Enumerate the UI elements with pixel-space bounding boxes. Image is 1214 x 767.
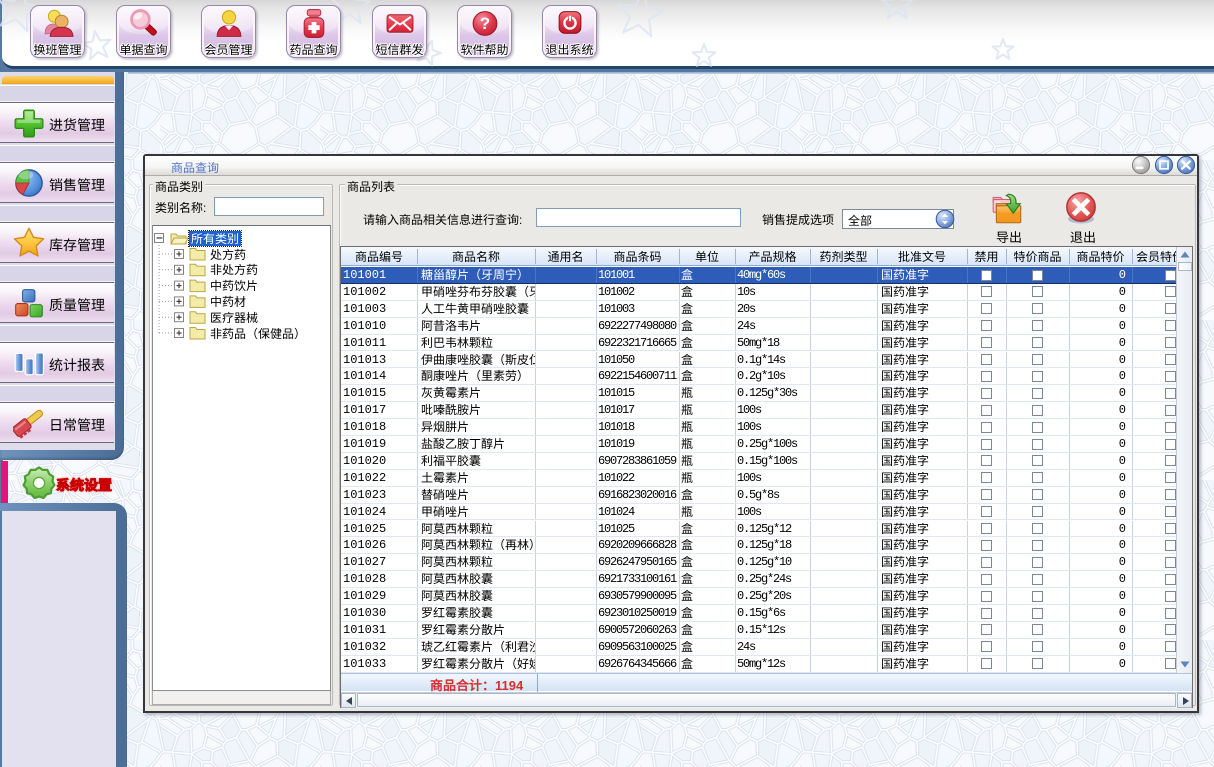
svg-text:?: ?	[480, 14, 490, 33]
